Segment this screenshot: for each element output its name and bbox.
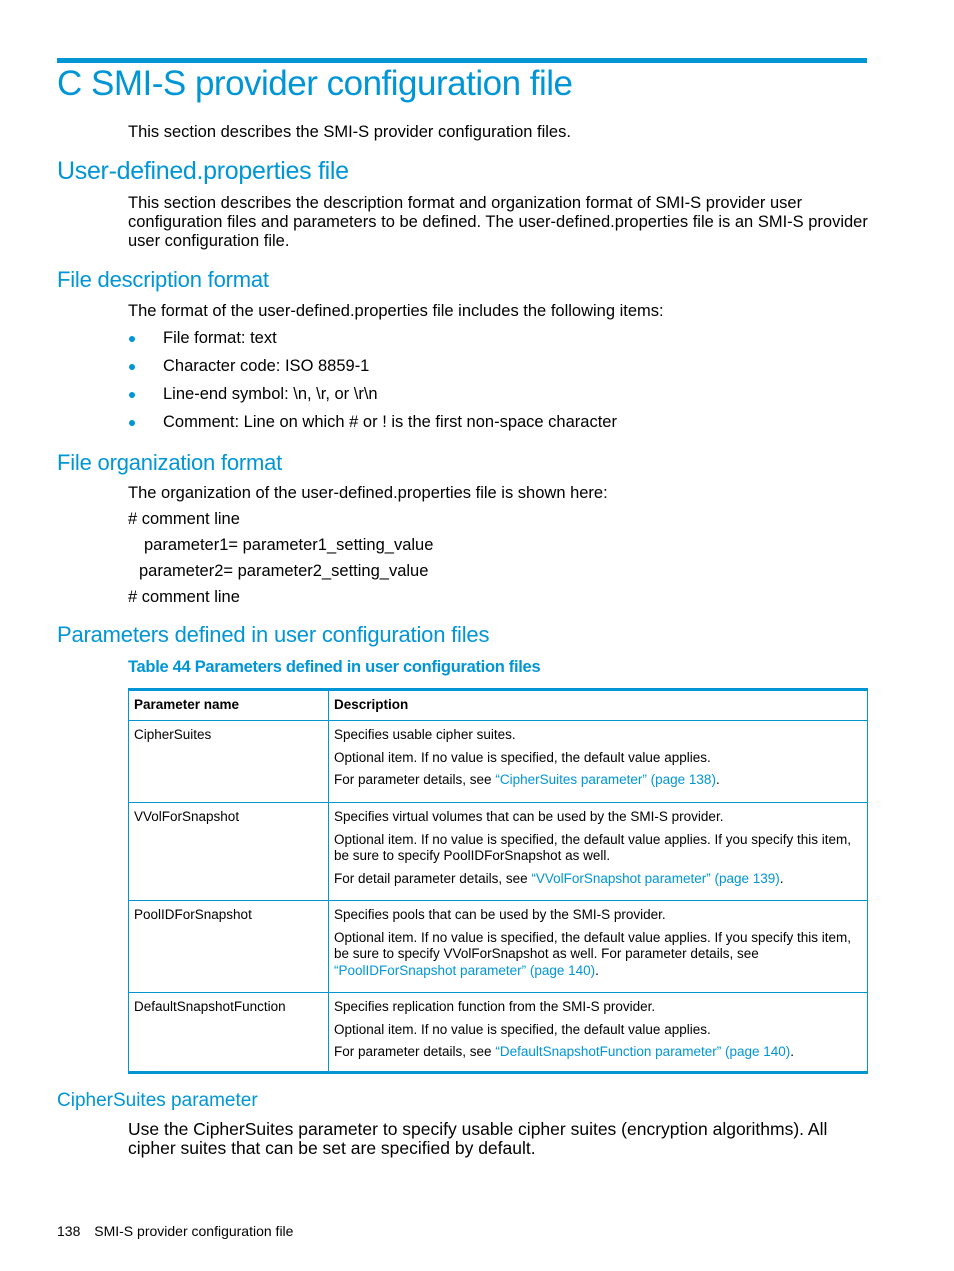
bullet-item: File format: text xyxy=(128,329,617,357)
chapter-title: C SMI-S provider configuration file xyxy=(57,64,573,103)
parameter-name: CipherSuites xyxy=(128,720,329,803)
section-intro-description: The format of the user-defined.propertie… xyxy=(128,302,664,320)
table-caption: Table 44 Parameters defined in user conf… xyxy=(128,658,541,676)
parameter-name: PoolIDForSnapshot xyxy=(128,900,329,993)
column-header: Parameter name xyxy=(128,689,329,721)
code-line: parameter2= parameter2_setting_value xyxy=(139,562,429,580)
parameter-description: Specifies replication function from the … xyxy=(328,992,868,1073)
page-footer: 138 SMI-S provider configuration file xyxy=(57,1223,303,1239)
xref-link-poolidforsnapshot[interactable]: “PoolIDForSnapshot parameter” (page 140) xyxy=(334,963,595,978)
section-title-parameters: Parameters defined in user configuration… xyxy=(57,622,490,647)
table-row: VVolForSnapshot Specifies virtual volume… xyxy=(128,802,868,901)
running-title: SMI-S provider configuration file xyxy=(94,1223,294,1239)
xref-link-vvolforsnapshot[interactable]: “VVolForSnapshot parameter” (page 139) xyxy=(531,871,779,886)
bullet-item: Line-end symbol: \n, \r, or \r\n xyxy=(128,385,617,413)
table-header-row: Parameter name Description xyxy=(128,689,868,721)
parameter-description: Specifies usable cipher suites. Optional… xyxy=(328,720,868,803)
chapter-intro: This section describes the SMI-S provide… xyxy=(128,123,571,141)
parameters-table: Parameter name Description CipherSuites … xyxy=(128,688,868,1074)
code-line: parameter1= parameter1_setting_value xyxy=(144,536,434,554)
parameter-name: VVolForSnapshot xyxy=(128,802,329,901)
section-title-ciphersuites: CipherSuites parameter xyxy=(57,1090,258,1111)
page-number: 138 xyxy=(57,1223,81,1239)
parameter-description: Specifies pools that can be used by the … xyxy=(328,900,868,993)
bullet-icon xyxy=(129,420,135,426)
table-row: CipherSuites Specifies usable cipher sui… xyxy=(128,720,868,803)
section-title-organization: File organization format xyxy=(57,450,283,475)
xref-link-ciphersuites[interactable]: “CipherSuites parameter” (page 138) xyxy=(495,772,716,787)
format-bullet-list: File format: text Character code: ISO 88… xyxy=(128,329,617,441)
xref-link-defaultsnapshotfunction[interactable]: “DefaultSnapshotFunction parameter” (pag… xyxy=(495,1044,790,1059)
parameter-description: Specifies virtual volumes that can be us… xyxy=(328,802,868,901)
table-row: DefaultSnapshotFunction Specifies replic… xyxy=(128,992,868,1073)
bullet-icon xyxy=(129,392,135,398)
code-line: # comment line xyxy=(128,510,240,528)
section-text-ciphersuites: Use the CipherSuites parameter to specif… xyxy=(128,1119,828,1158)
section-text-userdefined: This section describes the description f… xyxy=(128,194,868,250)
code-line: # comment line xyxy=(128,588,240,606)
table-row: PoolIDForSnapshot Specifies pools that c… xyxy=(128,900,868,993)
bullet-item: Character code: ISO 8859-1 xyxy=(128,357,617,385)
bullet-icon xyxy=(129,364,135,370)
section-title-description: File description format xyxy=(57,267,269,292)
parameter-name: DefaultSnapshotFunction xyxy=(128,992,329,1073)
column-header: Description xyxy=(328,689,868,721)
section-title-userdefined: User-defined.properties file xyxy=(57,157,349,185)
bullet-icon xyxy=(129,336,135,342)
chapter-rule xyxy=(57,58,867,63)
bullet-item: Comment: Line on which # or ! is the fir… xyxy=(128,413,617,441)
section-intro-organization: The organization of the user-defined.pro… xyxy=(128,484,608,502)
